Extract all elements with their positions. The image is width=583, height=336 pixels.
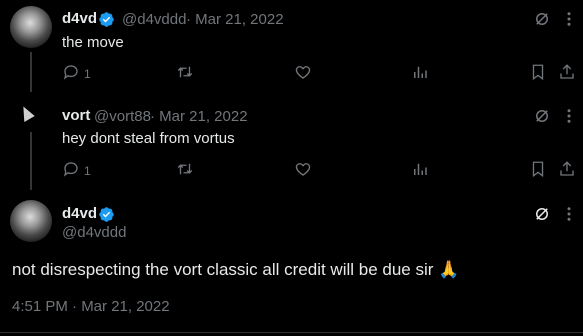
more-icon[interactable] [563,107,575,125]
share-icon[interactable] [558,63,576,81]
author-handle[interactable]: @d4vddd [122,11,186,28]
divider [0,332,583,333]
grok-icon[interactable] [533,107,551,125]
reply-icon[interactable] [62,160,80,178]
views-icon[interactable] [411,63,429,81]
views-icon[interactable] [411,160,429,178]
share-icon[interactable] [558,160,576,178]
tweet-timestamp[interactable]: 4:51 PM · Mar 21, 2022 [12,298,170,315]
retweet-icon[interactable] [176,160,194,178]
grok-icon[interactable] [533,10,551,28]
tweet-date[interactable]: · Mar 21, 2022 [150,108,248,125]
retweet-icon[interactable] [176,63,194,81]
author-name[interactable]: vort [62,107,90,124]
thread-connector [30,52,32,92]
avatar[interactable] [10,200,52,242]
avatar[interactable] [16,100,42,126]
verified-badge-icon [98,11,115,28]
grok-icon[interactable] [533,205,551,223]
tweet-text: hey dont steal from vortus [62,130,235,147]
tweet-date[interactable]: · Mar 21, 2022 [186,11,284,28]
author-name[interactable]: d4vd [62,205,97,222]
tweet-text: the move [62,34,124,51]
more-icon[interactable] [563,205,575,223]
tweet-text: not disrespecting the vort classic all c… [12,260,460,279]
like-icon[interactable] [294,63,312,81]
reply-count: 1 [84,164,91,178]
thread-connector [30,132,32,190]
avatar[interactable] [10,6,52,48]
author-name[interactable]: d4vd [62,10,97,27]
bookmark-icon[interactable] [529,63,547,81]
reply-count: 1 [84,67,91,81]
reply-icon[interactable] [62,63,80,81]
more-icon[interactable] [563,10,575,28]
bookmark-icon[interactable] [529,160,547,178]
author-handle[interactable]: @vort88 [94,108,151,125]
like-icon[interactable] [294,160,312,178]
author-handle[interactable]: @d4vddd [62,224,126,241]
verified-badge-icon [98,206,115,223]
